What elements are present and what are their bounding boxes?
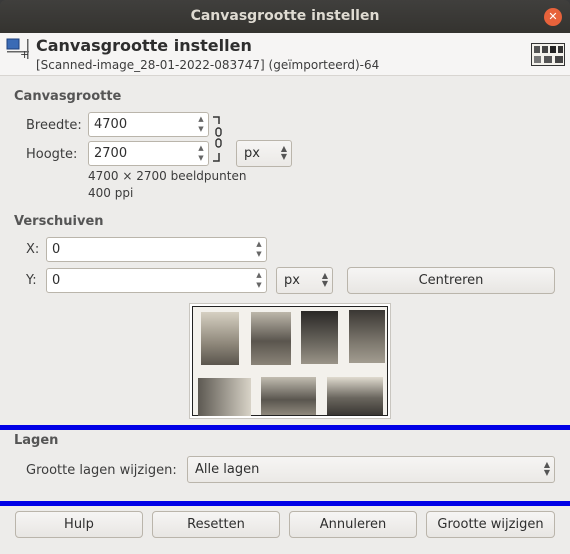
pixel-dimensions-info: 4700 × 2700 beeldpunten — [88, 169, 247, 183]
photo-thumb — [327, 377, 383, 415]
width-spinbox[interactable]: 4700 ▲ ▼ — [88, 112, 209, 137]
reset-button[interactable]: Resetten — [152, 511, 280, 538]
canvas-size-dialog: + Canvasgrootte instellen [Scanned-image… — [0, 33, 570, 554]
image-name: [Scanned-image_28-01-2022-083747] (geïmp… — [36, 58, 380, 72]
highlight-bar-top — [0, 425, 570, 430]
dialog-title: Canvasgrootte instellen — [36, 36, 252, 55]
width-value: 4700 — [94, 117, 128, 132]
size-unit-value: px — [244, 146, 260, 161]
photo-thumb — [301, 311, 338, 364]
x-offset-label: X: — [26, 242, 40, 257]
width-stepper-icon[interactable]: ▲ ▼ — [194, 113, 208, 136]
photo-thumb — [198, 378, 251, 416]
close-icon[interactable]: ✕ — [544, 8, 562, 26]
resolution-info: 400 ppi — [88, 186, 134, 200]
highlight-bar-bottom — [0, 501, 570, 506]
resize-button[interactable]: Grootte wijzigen — [426, 511, 555, 538]
chain-link-icon[interactable] — [212, 115, 224, 165]
x-stepper-icon[interactable]: ▲ ▼ — [252, 238, 266, 261]
svg-text:+: + — [20, 48, 29, 60]
chevron-updown-icon: ▲ ▼ — [321, 271, 328, 288]
canvas-size-icon: + — [6, 38, 29, 60]
y-offset-spinbox[interactable]: 0 ▲ ▼ — [46, 268, 267, 293]
layers-section-label: Lagen — [14, 433, 59, 448]
canvas-size-section-label: Canvasgrootte — [14, 89, 122, 104]
image-thumbnail — [531, 43, 565, 66]
width-label: Breedte: — [26, 118, 82, 133]
chevron-updown-icon: ▲ ▼ — [280, 144, 287, 161]
chevron-updown-icon: ▲ ▼ — [543, 460, 550, 477]
resize-layers-select[interactable]: Alle lagen ▲ ▼ — [187, 456, 555, 483]
offset-unit-value: px — [284, 273, 300, 288]
offset-section-label: Verschuiven — [14, 214, 104, 229]
resize-layers-value: Alle lagen — [195, 462, 260, 477]
height-label: Hoogte: — [26, 147, 78, 162]
center-button[interactable]: Centreren — [347, 267, 555, 294]
resize-layers-label: Grootte lagen wijzigen: — [26, 463, 177, 478]
window-title: Canvasgrootte instellen — [190, 8, 380, 24]
height-value: 2700 — [94, 146, 128, 161]
x-offset-spinbox[interactable]: 0 ▲ ▼ — [46, 237, 267, 262]
y-offset-value: 0 — [52, 273, 61, 288]
photo-thumb — [201, 312, 239, 365]
size-unit-select[interactable]: px ▲ ▼ — [236, 140, 292, 167]
y-stepper-icon[interactable]: ▲ ▼ — [252, 269, 266, 292]
preview-image — [192, 306, 388, 416]
dialog-header: + Canvasgrootte instellen [Scanned-image… — [0, 33, 570, 76]
help-button[interactable]: Hulp — [15, 511, 143, 538]
cancel-button[interactable]: Annuleren — [289, 511, 417, 538]
photo-thumb — [349, 310, 385, 363]
photo-thumb — [251, 312, 291, 365]
y-offset-label: Y: — [26, 273, 37, 288]
offset-unit-select[interactable]: px ▲ ▼ — [276, 267, 333, 294]
x-offset-value: 0 — [52, 242, 61, 257]
canvas-preview[interactable] — [189, 303, 391, 419]
photo-thumb — [261, 377, 316, 415]
height-spinbox[interactable]: 2700 ▲ ▼ — [88, 141, 209, 166]
height-stepper-icon[interactable]: ▲ ▼ — [194, 142, 208, 165]
window-titlebar: Canvasgrootte instellen ✕ — [0, 0, 570, 33]
